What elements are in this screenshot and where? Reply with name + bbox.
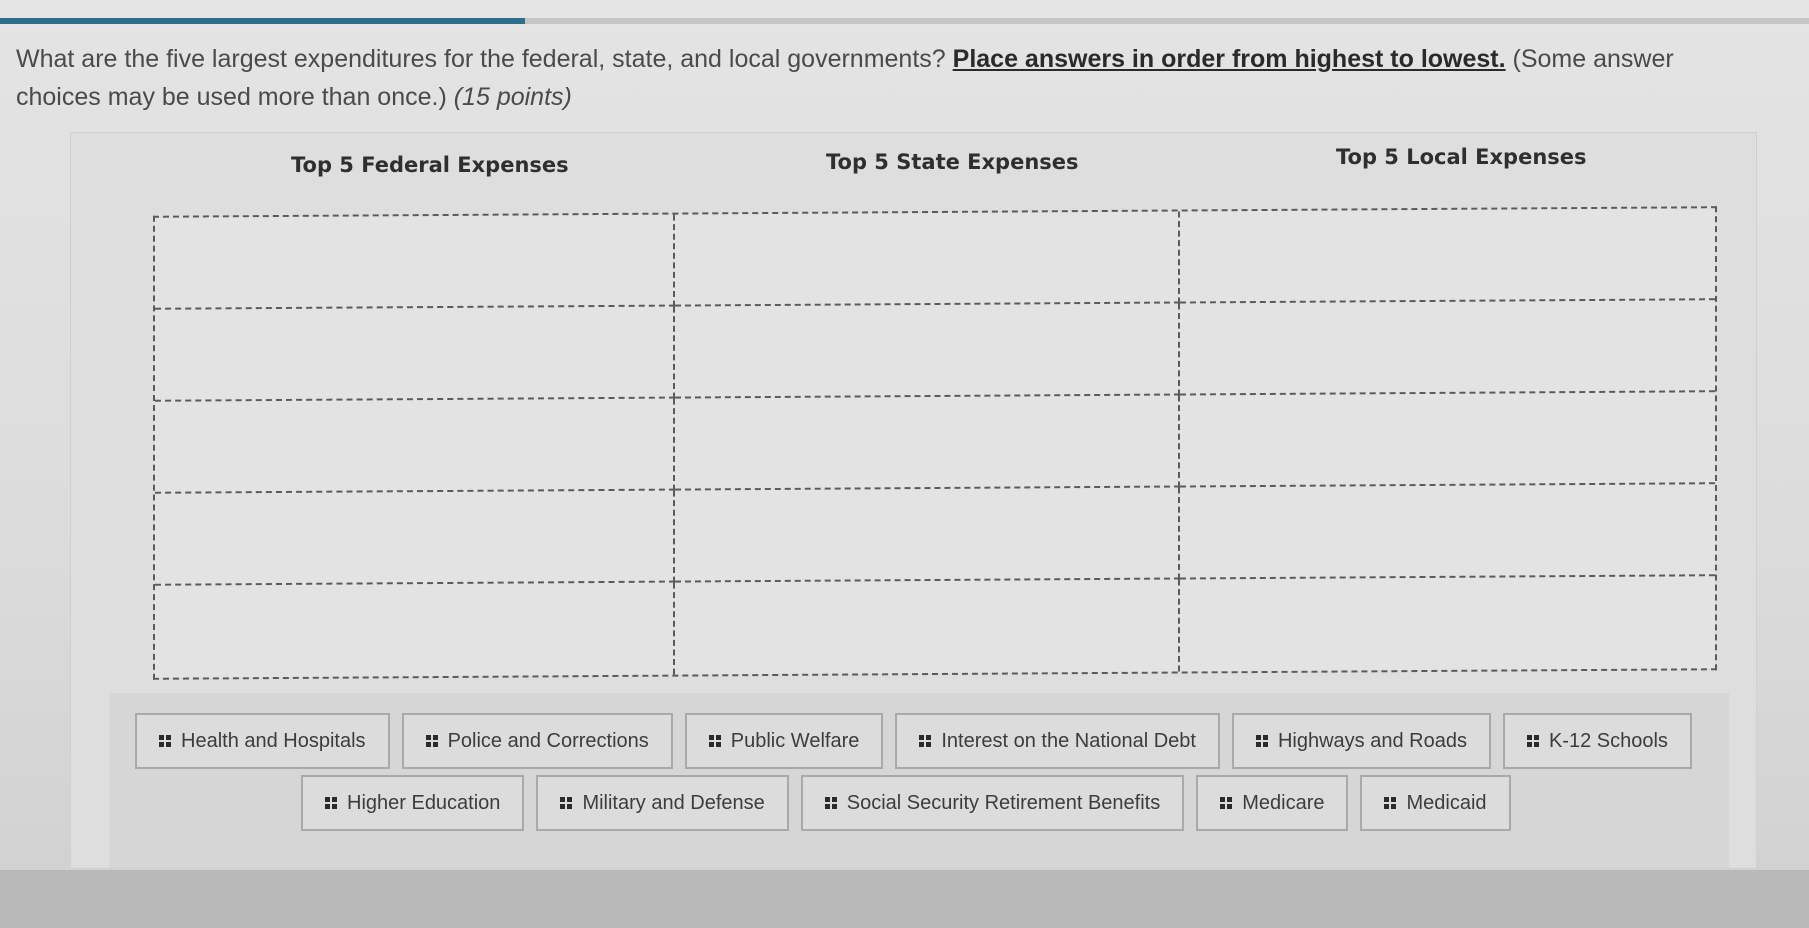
- question-prompt: What are the five largest expenditures f…: [16, 40, 1756, 116]
- answer-chip-label: K-12 Schools: [1548, 729, 1668, 752]
- federal-drop-slot-1[interactable]: [155, 214, 675, 310]
- federal-drop-slot-5[interactable]: [155, 582, 675, 678]
- answer-chip-label: Military and Defense: [582, 791, 765, 814]
- answer-chip-label: Health and Hospitals: [181, 729, 366, 752]
- question-emphasis: Place answers in order from highest to l…: [952, 45, 1506, 73]
- drag-handle-icon: [824, 797, 837, 809]
- drag-handle-icon: [1220, 797, 1233, 809]
- federal-drop-slot-3[interactable]: [155, 398, 675, 494]
- progress-bar: [0, 18, 1809, 24]
- answer-chip[interactable]: Health and Hospitals: [135, 713, 390, 769]
- drag-handle-icon: [560, 797, 573, 809]
- answer-chip-label: Social Security Retirement Benefits: [846, 791, 1161, 814]
- state-drop-slot-3[interactable]: [675, 395, 1180, 491]
- answer-chip[interactable]: Highways and Roads: [1231, 713, 1491, 769]
- answer-chip[interactable]: Medicaid: [1360, 775, 1511, 831]
- answer-chip[interactable]: Military and Defense: [536, 775, 789, 831]
- drag-handle-icon: [1384, 797, 1397, 809]
- answer-bank-row-2: Higher Education Military and Defense Soci…: [301, 775, 1511, 831]
- state-drop-slot-2[interactable]: [675, 303, 1180, 399]
- answer-chip-label: Interest on the National Debt: [941, 729, 1196, 752]
- drop-zone-grid: [153, 206, 1717, 680]
- answer-chip-label: Police and Corrections: [447, 729, 649, 752]
- answer-bank: Health and Hospitals Police and Correctio…: [109, 693, 1729, 868]
- drag-handle-icon: [425, 735, 438, 747]
- local-drop-slot-3[interactable]: [1180, 392, 1715, 488]
- question-points: (15 points): [453, 83, 572, 111]
- question-text: What are the five largest expenditures f…: [16, 45, 953, 73]
- local-drop-slot-4[interactable]: [1180, 484, 1715, 580]
- answer-chip[interactable]: Police and Corrections: [401, 713, 673, 769]
- state-drop-slot-5[interactable]: [675, 579, 1180, 675]
- local-drop-slot-5[interactable]: [1180, 576, 1715, 672]
- drag-drop-panel: Top 5 Federal Expenses Top 5 State Expen…: [70, 132, 1757, 869]
- drag-handle-icon: [708, 735, 721, 747]
- answer-chip[interactable]: Higher Education: [301, 775, 525, 831]
- screen-bezel: [0, 870, 1809, 928]
- answer-chip-label: Higher Education: [347, 791, 501, 814]
- answer-chip[interactable]: Interest on the National Debt: [895, 713, 1220, 769]
- state-column-header: Top 5 State Expenses: [826, 150, 1079, 174]
- answer-chip-label: Medicaid: [1406, 791, 1487, 814]
- answer-bank-row-1: Health and Hospitals Police and Correctio…: [135, 713, 1692, 769]
- answer-chip-label: Public Welfare: [730, 729, 860, 752]
- drag-handle-icon: [1526, 735, 1539, 747]
- local-column-header: Top 5 Local Expenses: [1336, 145, 1587, 169]
- page: What are the five largest expenditures f…: [0, 0, 1809, 870]
- federal-drop-slot-4[interactable]: [155, 490, 675, 586]
- drag-handle-icon: [325, 797, 337, 809]
- answer-chip[interactable]: Medicare: [1196, 775, 1349, 831]
- answer-chip[interactable]: Public Welfare: [684, 713, 884, 769]
- answer-chip[interactable]: K-12 Schools: [1502, 713, 1692, 769]
- local-drop-slot-1[interactable]: [1180, 208, 1715, 304]
- state-drop-slot-1[interactable]: [675, 211, 1180, 307]
- federal-drop-slot-2[interactable]: [155, 306, 675, 402]
- federal-column-header: Top 5 Federal Expenses: [291, 153, 569, 177]
- drag-handle-icon: [919, 735, 932, 747]
- answer-chip-label: Medicare: [1242, 791, 1325, 814]
- drag-handle-icon: [159, 735, 171, 747]
- state-drop-slot-4[interactable]: [675, 487, 1180, 583]
- local-drop-slot-2[interactable]: [1180, 300, 1715, 396]
- answer-chip[interactable]: Social Security Retirement Benefits: [800, 775, 1185, 831]
- progress-bar-fill: [0, 18, 525, 24]
- drag-handle-icon: [1255, 735, 1268, 747]
- answer-chip-label: Highways and Roads: [1277, 729, 1467, 752]
